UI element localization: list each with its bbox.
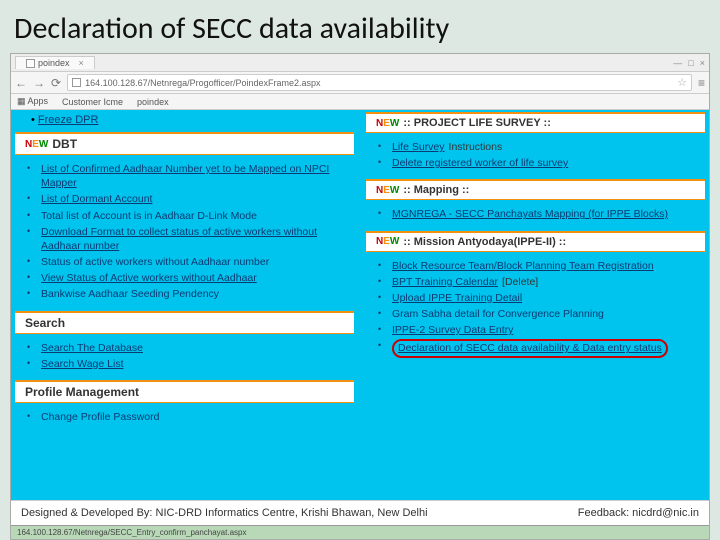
new-badge: NEW	[25, 139, 48, 150]
list-item: Change Profile Password	[31, 409, 352, 425]
link[interactable]: BPT Training Calendar	[392, 276, 498, 288]
maximize-icon[interactable]: □	[688, 58, 693, 68]
section-title: DBT	[52, 137, 77, 151]
section-header: NEW:: PROJECT LIFE SURVEY ::	[366, 112, 705, 133]
reload-icon[interactable]: ⟳	[51, 76, 61, 90]
link-block: Life Survey Instructions Delete registered…	[362, 135, 709, 177]
new-badge: NEW	[376, 185, 399, 196]
section-title: :: Mapping ::	[403, 184, 469, 196]
section-title: Search	[25, 316, 65, 330]
forward-icon[interactable]: →	[33, 76, 45, 90]
site-icon	[72, 78, 81, 87]
list-item: Search The Database	[31, 340, 352, 356]
section-header: NEW DBT	[15, 132, 354, 155]
list-item: Search Wage List	[31, 356, 352, 372]
tab-bar: poindex × — □ ×	[11, 54, 709, 72]
section-header: Profile Management	[15, 380, 354, 403]
address-bar[interactable]: ☆	[67, 74, 692, 91]
close-window-icon[interactable]: ×	[700, 58, 705, 68]
link-block: Block Resource Team/Block Planning Team …	[362, 254, 709, 365]
page-footer: Designed & Developed By: NIC-DRD Informa…	[11, 500, 709, 525]
bookmark-icon[interactable]: ☆	[677, 76, 687, 89]
new-badge: NEW	[376, 118, 399, 129]
bookmark-item[interactable]: poindex	[137, 97, 169, 107]
link-block: Search The Database Search Wage List	[11, 336, 358, 378]
page-content: • Freeze DPR NEW DBT List of Confirmed Aad…	[11, 110, 709, 500]
apps-shortcut[interactable]: ▦ Apps	[17, 96, 48, 107]
list-item: Declaration of SECC data availability & …	[382, 338, 703, 358]
toolbar: ← → ⟳ ☆ ≡	[11, 72, 709, 94]
link[interactable]: Search The Database	[41, 342, 143, 354]
footer-credit: Designed & Developed By: NIC-DRD Informa…	[21, 507, 428, 519]
minimize-icon[interactable]: —	[673, 58, 682, 68]
link[interactable]: Search Wage List	[41, 358, 123, 370]
section-title: Profile Management	[25, 385, 139, 399]
list-item: View Status of Active workers without Aa…	[31, 270, 352, 286]
section-title: :: PROJECT LIFE SURVEY ::	[403, 117, 551, 129]
list-item: Status of active workers without Aadhaar…	[31, 254, 352, 270]
link[interactable]: List of Confirmed Aadhaar Number yet to …	[41, 163, 329, 189]
list-item: MGNREGA - SECC Panchayats Mapping (for I…	[382, 206, 703, 222]
status-text: 164.100.128.67/Netnrega/SECC_Entry_confi…	[17, 528, 246, 537]
list-item: IPPE-2 Survey Data Entry	[382, 322, 703, 338]
list-item: Bankwise Aadhaar Seeding Pendency	[31, 286, 352, 302]
link[interactable]: View Status of Active workers without Aa…	[41, 272, 257, 284]
extra-text: [Delete]	[502, 276, 538, 288]
link[interactable]: Upload IPPE Training Detail	[392, 292, 522, 304]
list-item: List of Dormant Account	[31, 191, 352, 207]
list-item: List of Confirmed Aadhaar Number yet to …	[31, 161, 352, 191]
section-header: Search	[15, 311, 354, 334]
freeze-dpr-row: • Freeze DPR	[11, 110, 358, 130]
tab-label: poindex	[38, 58, 70, 68]
browser-window: poindex × — □ × ← → ⟳ ☆ ≡ ▦ Apps Custome…	[10, 53, 710, 540]
list-item: Block Resource Team/Block Planning Team …	[382, 258, 703, 274]
bookmarks-bar: ▦ Apps Customer Icme poindex	[11, 94, 709, 110]
status-bar: 164.100.128.67/Netnrega/SECC_Entry_confi…	[11, 525, 709, 539]
list-item: Life Survey Instructions	[382, 139, 703, 155]
link[interactable]: MGNREGA - SECC Panchayats Mapping (for I…	[392, 208, 668, 220]
link[interactable]: Delete registered worker of life survey	[392, 157, 568, 169]
text: Change Profile Password	[41, 411, 159, 423]
freeze-dpr-link[interactable]: Freeze DPR	[38, 114, 99, 126]
browser-tab[interactable]: poindex ×	[15, 56, 95, 69]
link[interactable]: List of Dormant Account	[41, 193, 152, 205]
section-header: NEW:: Mapping ::	[366, 179, 705, 200]
text: Total list of Account is in Aadhaar D-Li…	[41, 210, 257, 222]
list-item: Delete registered worker of life survey	[382, 155, 703, 171]
section-title: :: Mission Antyodaya(IPPE-II) ::	[403, 236, 566, 248]
menu-icon[interactable]: ≡	[698, 76, 705, 90]
list-item: Total list of Account is in Aadhaar D-Li…	[31, 208, 352, 224]
page-icon	[26, 59, 35, 68]
page-title: Declaration of SECC data availability	[0, 0, 720, 53]
close-icon[interactable]: ×	[79, 58, 84, 68]
link[interactable]: Block Resource Team/Block Planning Team …	[392, 260, 654, 272]
bookmark-item[interactable]: Customer Icme	[62, 97, 123, 107]
link[interactable]: Life Survey	[392, 141, 445, 153]
list-item: Download Format to collect status of act…	[31, 224, 352, 254]
highlighted-link[interactable]: Declaration of SECC data availability & …	[392, 339, 668, 357]
right-column: NEW:: PROJECT LIFE SURVEY ::Life SurveyI…	[362, 110, 709, 500]
extra-text: Instructions	[449, 141, 503, 153]
list-item: BPT Training Calendar [Delete]	[382, 274, 703, 290]
link[interactable]: Download Format to collect status of act…	[41, 226, 317, 252]
left-column: • Freeze DPR NEW DBT List of Confirmed Aad…	[11, 110, 358, 500]
text: Bankwise Aadhaar Seeding Pendency	[41, 288, 219, 300]
footer-feedback: Feedback: nicdrd@nic.in	[578, 507, 699, 519]
link[interactable]: IPPE-2 Survey Data Entry	[392, 324, 513, 336]
link-block: Change Profile Password	[11, 405, 358, 431]
text: Status of active workers without Aadhaar…	[41, 256, 269, 268]
text: Gram Sabha detail for Convergence Planni…	[392, 308, 604, 320]
section-header: NEW:: Mission Antyodaya(IPPE-II) ::	[366, 231, 705, 252]
new-badge: NEW	[376, 236, 399, 247]
link-block: MGNREGA - SECC Panchayats Mapping (for I…	[362, 202, 709, 228]
list-item: Gram Sabha detail for Convergence Planni…	[382, 306, 703, 322]
back-icon[interactable]: ←	[15, 76, 27, 90]
list-item: Upload IPPE Training Detail	[382, 290, 703, 306]
link-block: List of Confirmed Aadhaar Number yet to …	[11, 157, 358, 309]
link[interactable]: Declaration of SECC data availability & …	[398, 342, 662, 354]
url-input[interactable]	[85, 78, 673, 88]
